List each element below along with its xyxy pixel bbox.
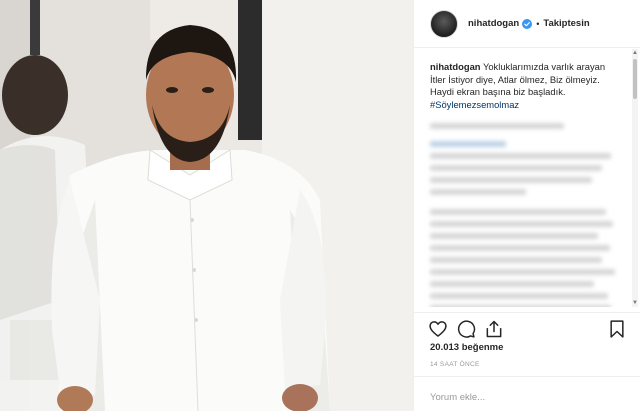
header-username[interactable]: nihatdogan [468,18,519,29]
add-comment-bar [414,376,640,411]
post-photo [0,0,413,411]
verified-badge-icon [522,18,533,29]
comments-scrollbar[interactable]: ▲ ▼ [632,49,638,307]
post-timestamp[interactable]: 14 SAAT ÖNCE [430,361,480,368]
comment-bubble-icon[interactable] [456,319,476,339]
header-separator: • [536,18,540,29]
heart-icon[interactable] [428,319,448,339]
scroll-down-arrow-icon[interactable]: ▼ [632,299,638,307]
comment-input[interactable] [430,392,620,403]
bookmark-icon[interactable] [607,319,627,339]
post-caption: nihatdogan Yokluklarımızda varlık arayan… [430,61,621,111]
caption-hashtag[interactable]: #Söylemezsemolmaz [430,99,519,110]
scroll-up-arrow-icon[interactable]: ▲ [632,49,638,57]
post-side-panel: nihatdogan • Takiptesin nihatdogan Yoklu… [413,0,640,411]
following-button[interactable]: Takiptesin [543,18,589,29]
scrollbar-thumb[interactable] [633,59,637,99]
post-photo-image [0,0,413,411]
caption-username[interactable]: nihatdogan [430,61,481,72]
comments-list[interactable]: nihatdogan Yokluklarımızda varlık arayan… [414,49,640,307]
profile-avatar[interactable] [430,9,458,38]
blurred-comments [430,123,621,307]
share-icon[interactable] [484,319,504,339]
like-count[interactable]: 20.013 beğenme [430,342,503,353]
post-header: nihatdogan • Takiptesin [414,0,640,48]
